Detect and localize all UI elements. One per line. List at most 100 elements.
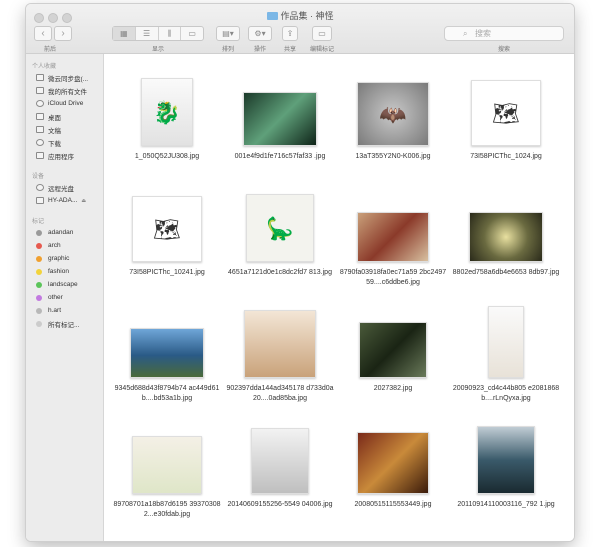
folder-icon [266, 12, 278, 20]
finder-window: 作品集 · 神怪 ‹ › 前后 ▦ ☰ ⫼ ▭ 显示 ▤▾ 排列 ⚙▾ 操作 ⇪… [26, 4, 574, 541]
image-thumbnail[interactable] [477, 426, 535, 494]
chevron-right-icon: › [61, 28, 65, 39]
search-field[interactable]: ⌕ 搜索 [444, 26, 564, 41]
search-label: 搜索 [497, 47, 510, 53]
edit-tags-button[interactable]: ▭ [312, 26, 332, 41]
view-label: 显示 [151, 47, 164, 53]
file-item[interactable]: 20140609155256-5549 04006.jpg [225, 412, 335, 534]
sidebar-item-label: 所有标记... [48, 321, 80, 329]
sidebar: 个人收藏 微云同步盘(... 我的所有文件 iCloud Drive 桌面 文稿… [26, 54, 104, 541]
column-view-icon[interactable]: ⫼ [159, 27, 182, 40]
sidebar-item-label: graphic [48, 255, 70, 262]
sidebar-tag-landscape[interactable]: landscape [26, 278, 103, 291]
image-thumbnail[interactable]: 🦕 [246, 194, 314, 262]
image-thumbnail[interactable] [132, 436, 202, 494]
tag-dot-icon [36, 320, 42, 327]
image-thumbnail[interactable]: 🐉 [141, 78, 193, 146]
share-icon: ⇪ [286, 29, 294, 38]
sidebar-item-label: other [48, 294, 63, 301]
image-thumbnail[interactable] [243, 92, 317, 146]
tag-dot-icon [36, 242, 42, 249]
file-name: 9345d688d43f8794b74 ac449d61b....bd53a1b… [114, 385, 220, 402]
remote-disc-icon [36, 184, 44, 191]
sidebar-tag-h-art[interactable]: h.art [26, 304, 103, 317]
tag-dot-icon [36, 294, 42, 301]
tag-dot-icon [36, 229, 42, 236]
sidebar-item-label: 桌面 [48, 114, 61, 122]
nav-label: 前后 [43, 47, 56, 53]
image-thumbnail[interactable]: 🦇 [357, 82, 429, 146]
file-item[interactable]: 🗺 73I58PICThc_10241.jpg [112, 180, 222, 302]
file-item[interactable]: 20080515115553449.jpg [338, 412, 448, 534]
action-button[interactable]: ⚙▾ [248, 26, 272, 41]
image-thumbnail[interactable] [488, 306, 524, 378]
forward-button[interactable]: › [54, 26, 72, 41]
eject-icon[interactable]: ⏏ [81, 198, 86, 204]
sidebar-tag-fashion[interactable]: fashion [26, 265, 103, 278]
sidebar-item-label: 微云同步盘(... [48, 75, 89, 83]
documents-icon [36, 126, 44, 133]
file-item[interactable]: 89708701a18b87d6195 393703082...e30fdab.… [112, 412, 222, 534]
sidebar-item-label: iCloud Drive [48, 100, 84, 107]
desktop-icon [36, 113, 44, 120]
file-name: 20110914110003116_792 1.jpg [457, 501, 555, 508]
file-item[interactable]: 🦇 13aT355Y2N0-K006.jpg [338, 64, 448, 186]
file-name: 13aT355Y2N0-K006.jpg [355, 153, 431, 160]
file-name: 8790fa03918fa0ec71a59 2bc249759....c6ddb… [339, 269, 447, 286]
cover-flow-icon[interactable]: ▭ [181, 27, 203, 40]
sidebar-item-label: 文稿 [48, 127, 61, 135]
file-item[interactable]: 902397dda144ad345178 d733d0a20....0ad85b… [225, 296, 335, 418]
sidebar-heading-tags: 标记 [32, 219, 45, 225]
view-switcher[interactable]: ▦ ☰ ⫼ ▭ [112, 26, 204, 41]
sidebar-all-tags[interactable]: 所有标记... [26, 317, 103, 330]
sidebar-item-label: 下载 [48, 140, 61, 148]
sidebar-item-hard-drive[interactable]: HY-ADA... ⏏ [26, 194, 103, 207]
file-name: 89708701a18b87d6195 393703082...e30fdab.… [113, 501, 221, 518]
sidebar-tag-adandan[interactable]: adandan [26, 226, 103, 239]
image-thumbnail[interactable]: 🗺 [471, 80, 541, 146]
image-thumbnail[interactable] [251, 428, 309, 494]
file-item[interactable]: 🦕 4651a7121d0e1c8dc2fd7 813.jpg [225, 180, 335, 302]
image-thumbnail[interactable] [244, 310, 316, 378]
sidebar-tag-graphic[interactable]: graphic [26, 252, 103, 265]
file-name: 4651a7121d0e1c8dc2fd7 813.jpg [228, 269, 332, 276]
image-thumbnail[interactable] [359, 322, 427, 378]
file-name: 73I58PICThc_10241.jpg [129, 269, 205, 276]
all-files-icon [36, 87, 44, 94]
sidebar-item-downloads[interactable]: 下载 [26, 136, 103, 149]
sidebar-tag-other[interactable]: other [26, 291, 103, 304]
file-item[interactable]: 9345d688d43f8794b74 ac449d61b....bd53a1b… [112, 296, 222, 418]
share-button[interactable]: ⇪ [282, 26, 298, 41]
file-item[interactable]: 20090923_cd4c44b805 e2081868b....rLnQyxa… [451, 296, 561, 418]
file-item[interactable]: 20110914110003116_792 1.jpg [451, 412, 561, 534]
image-thumbnail[interactable] [357, 212, 429, 262]
file-item[interactable]: 001e4f9d1fe716c57faf33 .jpg [225, 64, 335, 186]
image-thumbnail[interactable]: 🗺 [132, 196, 202, 262]
file-item[interactable]: 2027382.jpg [338, 296, 448, 418]
image-thumbnail[interactable] [469, 212, 543, 262]
window-title-wrap: 作品集 · 神怪 [26, 9, 574, 22]
sidebar-item-all-files[interactable]: 我的所有文件 [26, 84, 103, 97]
image-thumbnail[interactable] [130, 328, 204, 378]
sidebar-item-icloud[interactable]: iCloud Drive [26, 97, 103, 110]
image-thumbnail[interactable] [357, 432, 429, 494]
back-button[interactable]: ‹ [34, 26, 52, 41]
sidebar-item-applications[interactable]: 应用程序 [26, 149, 103, 162]
sidebar-item-remote-disc[interactable]: 远程光盘 [26, 181, 103, 194]
file-name: 20140609155256-5549 04006.jpg [227, 501, 333, 508]
file-name: 902397dda144ad345178 d733d0a20....0ad85b… [226, 385, 334, 402]
file-item[interactable]: 8802ed758a6db4e6653 8db97.jpg [451, 180, 561, 302]
sidebar-item-documents[interactable]: 文稿 [26, 123, 103, 136]
file-item[interactable]: 🗺 73I58PICThc_1024.jpg [451, 64, 561, 186]
icloud-icon [36, 100, 44, 107]
sidebar-item-desktop[interactable]: 桌面 [26, 110, 103, 123]
icon-view-icon[interactable]: ▦ [113, 27, 136, 40]
list-view-icon[interactable]: ☰ [136, 27, 159, 40]
file-item[interactable]: 🐉 1_050Q52JU308.jpg [112, 64, 222, 186]
sidebar-item-cloud-drive[interactable]: 微云同步盘(... [26, 71, 103, 84]
sidebar-tag-arch[interactable]: arch [26, 239, 103, 252]
file-item[interactable]: 8790fa03918fa0ec71a59 2bc249759....c6ddb… [338, 180, 448, 302]
arrange-button[interactable]: ▤▾ [216, 26, 240, 41]
tag-dot-icon [36, 307, 42, 314]
file-name: 20080515115553449.jpg [354, 501, 432, 508]
